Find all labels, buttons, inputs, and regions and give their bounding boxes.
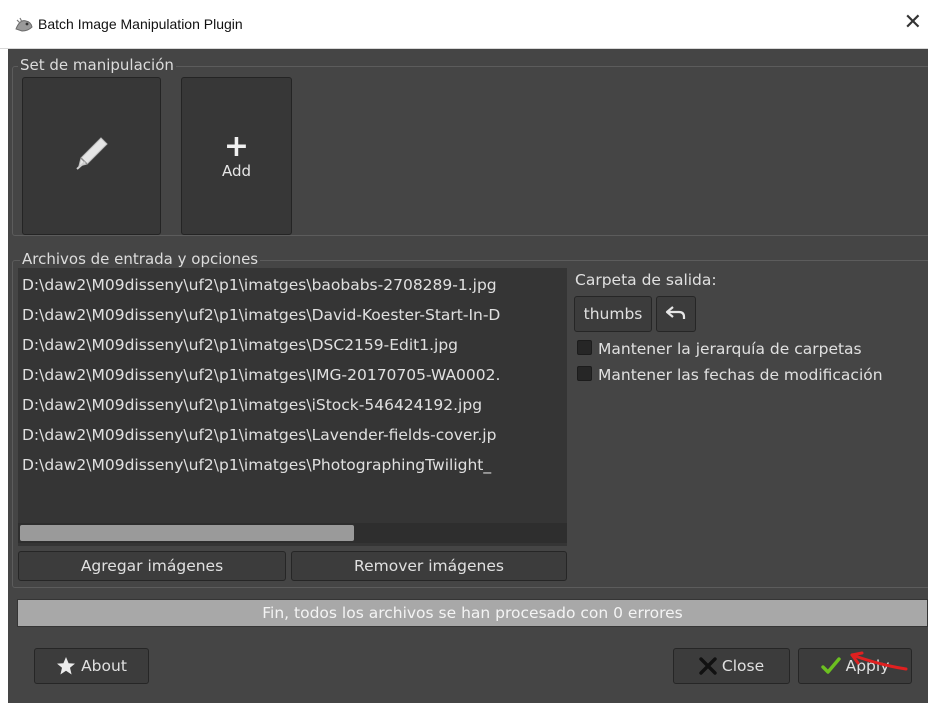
file-list-item[interactable]: D:\daw2\M09disseny\uf2\p1\imatges\Lavend…: [22, 420, 496, 450]
keep-dates-option[interactable]: Mantener las fechas de modificación: [577, 366, 883, 384]
add-images-button[interactable]: Agregar imágenes: [18, 551, 286, 581]
window-titlebar: Batch Image Manipulation Plugin ✕: [0, 0, 928, 49]
checkmark-icon: [820, 657, 841, 674]
star-icon: [57, 657, 76, 675]
annotation-arrow-icon: [850, 651, 908, 671]
add-manipulation-label: Add: [221, 162, 252, 180]
file-list-horizontal-scrollbar[interactable]: [18, 523, 567, 543]
keep-dates-checkbox[interactable]: [577, 366, 592, 381]
input-files-label: Archivos de entrada y opciones: [20, 250, 261, 268]
scrollbar-thumb[interactable]: [20, 525, 354, 541]
close-button[interactable]: Close: [673, 648, 790, 684]
manipulation-set-label: Set de manipulación: [18, 56, 176, 74]
file-list-item[interactable]: D:\daw2\M09disseny\uf2\p1\imatges\Photog…: [22, 450, 491, 480]
manipulation-tile-edit[interactable]: [22, 77, 161, 235]
keep-dates-label: Mantener las fechas de modificación: [598, 366, 883, 384]
output-folder-label: Carpeta de salida:: [575, 271, 717, 289]
about-label: About: [81, 657, 127, 675]
progress-bar: Fin, todos los archivos se han procesado…: [17, 599, 928, 627]
input-file-list[interactable]: D:\daw2\M09disseny\uf2\p1\imatges\baobab…: [18, 268, 567, 546]
file-list-item[interactable]: D:\daw2\M09disseny\uf2\p1\imatges\baobab…: [22, 270, 497, 300]
file-list-item[interactable]: D:\daw2\M09disseny\uf2\p1\imatges\IMG-20…: [22, 360, 500, 390]
file-list-item[interactable]: D:\daw2\M09disseny\uf2\p1\imatges\DSC215…: [22, 330, 458, 360]
keep-hierarchy-checkbox[interactable]: [577, 340, 592, 355]
file-list-item[interactable]: D:\daw2\M09disseny\uf2\p1\imatges\David-…: [22, 300, 500, 330]
close-label: Close: [721, 657, 765, 675]
remove-images-button[interactable]: Remover imágenes: [291, 551, 567, 581]
gimp-app-icon: [15, 17, 33, 32]
keep-hierarchy-option[interactable]: Mantener la jerarquía de carpetas: [577, 340, 862, 358]
pen-nib-icon: [76, 137, 108, 170]
add-manipulation-button[interactable]: + Add: [181, 77, 292, 235]
close-x-icon: [699, 657, 717, 675]
window-title: Batch Image Manipulation Plugin: [38, 16, 243, 32]
output-folder-button[interactable]: thumbs: [574, 296, 652, 332]
window-close-button[interactable]: ✕: [904, 10, 922, 36]
keep-hierarchy-label: Mantener la jerarquía de carpetas: [598, 340, 862, 358]
plugin-dialog: Set de manipulación + Add Archivos de en…: [8, 49, 928, 703]
file-list-item[interactable]: D:\daw2\M09disseny\uf2\p1\imatges\iStock…: [22, 390, 482, 420]
about-button[interactable]: About: [34, 648, 149, 684]
plus-icon: +: [223, 129, 250, 164]
undo-arrow-icon: [665, 306, 686, 319]
reset-output-folder-button[interactable]: [656, 296, 696, 332]
progress-status-text: Fin, todos los archivos se han procesado…: [262, 604, 683, 622]
